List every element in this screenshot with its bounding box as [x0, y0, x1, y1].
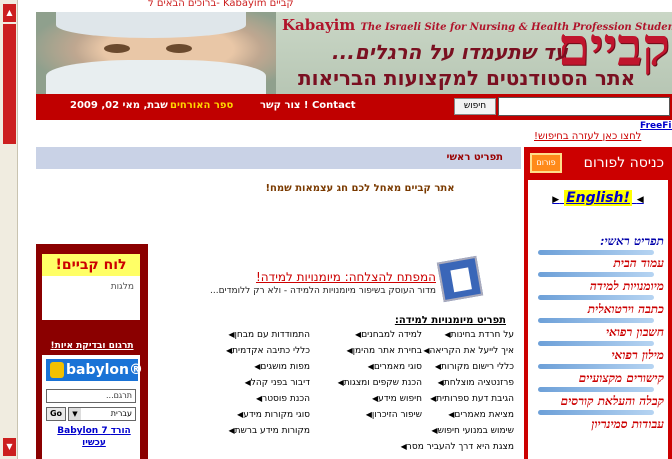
skill-link[interactable]: מקורות מידע ברשת◀ [200, 426, 310, 436]
top-strip-text: ברוכים הבאים ל- Kabayim קביים [148, 0, 294, 9]
english-link[interactable]: ▶ English! ◀ [528, 190, 668, 206]
main-menu-title: תפריט ראשי [446, 152, 503, 163]
guide-title-link[interactable]: המפתח להצלחה: מיומנויות למידה! [210, 270, 436, 284]
sidebar-item-seminar[interactable]: עבודות סמינריון [534, 417, 664, 432]
search-input[interactable] [498, 97, 670, 116]
scroll-thumb[interactable] [3, 24, 16, 144]
forum-icon[interactable]: פורום [530, 153, 562, 173]
translate-input[interactable]: תרגם... [46, 389, 136, 403]
chevron-down-icon[interactable]: ▼ [69, 408, 81, 420]
nurse-eyes [96, 44, 206, 54]
sidebar-divider [538, 387, 654, 392]
skill-link[interactable]: חיפוש מידע◀ [312, 394, 422, 404]
board-title: לוח קביים! [42, 254, 140, 276]
nurse-cap [56, 12, 246, 38]
skill-link[interactable]: מצגת היא דרך להעביר מסר◀ [326, 442, 514, 452]
sidebar-divider [538, 250, 654, 255]
guide-description: מדור העוסק בשיפור מיומנויות הלמידה - ולא… [210, 286, 436, 296]
nav-bar: שבת, מאי 02, 2009 ספר האורחים צור קשר ! … [36, 94, 672, 120]
nurse-mask [46, 60, 266, 94]
contact-link[interactable]: צור קשר ! Contact [260, 100, 356, 111]
sidebar-main-label: תפריט ראשי: [600, 234, 664, 248]
scroll-down-arrow-icon[interactable]: ▼ [3, 438, 16, 456]
sidebar-divider [538, 341, 654, 346]
babylon-widget: babylon® תרגם... Go ▼ עברית Babylon 7 הור… [42, 355, 143, 459]
kabayim-board: לוח קביים! מלגות [42, 254, 140, 320]
skill-link[interactable]: סוגי מקורות מידע◀ [200, 410, 310, 420]
babylon-icon [50, 362, 64, 378]
scroll-up-arrow-icon[interactable]: ▲ [3, 4, 16, 22]
skill-link[interactable]: התמודדות עם מבחן◀ [200, 330, 310, 340]
sidebar-item-medical-math[interactable]: חשבון רפואי [534, 325, 664, 340]
sidebar-item-courses[interactable]: קבלה והעלאת קורסים [534, 394, 664, 409]
translate-title[interactable]: תרגום ובדיקת איות! [42, 341, 142, 351]
skill-link[interactable]: בחירת אתר מהימן◀ [312, 346, 422, 356]
skill-link[interactable]: דיבור בפני קהל◀ [200, 378, 310, 388]
sidebar-divider [538, 364, 654, 369]
guide-key-icon[interactable] [436, 255, 484, 303]
sidebar-item-links[interactable]: קישורים מקצועיים [534, 371, 664, 386]
left-column: לוח קביים! מלגות תרגום ובדיקת איות! baby… [36, 244, 148, 459]
site-banner: Kabayim The Israeli Site for Nursing & H… [36, 12, 672, 94]
go-button[interactable]: Go [46, 407, 66, 421]
sidebar-item-dictionary[interactable]: מילון רפואי [534, 348, 664, 363]
sidebar-item-learning-skills[interactable]: מיומנויות למידה [534, 279, 664, 294]
skill-link[interactable]: סוגי מאמרים◀ [312, 362, 422, 372]
right-sidebar: פורום כניסה לפורום ▶ English! ◀ תפריט רא… [524, 147, 672, 459]
scholarships-link[interactable]: מלגות [111, 282, 134, 292]
forum-entry-label[interactable]: כניסה לפורום [584, 155, 664, 171]
banner-slogan: עד שתעמדו על הרגלים... [332, 40, 568, 64]
skill-link[interactable]: כללי כתיבה אקדמית◀ [200, 346, 310, 356]
freefind-link[interactable]: FreeFind [640, 121, 672, 131]
babylon-logo[interactable]: babylon® [46, 359, 143, 381]
language-select[interactable]: ▼ עברית [68, 407, 136, 421]
sidebar-divider [538, 295, 654, 300]
sidebar-divider [538, 272, 654, 277]
sidebar-divider [538, 410, 654, 415]
skill-link[interactable]: שימוש במנועי חיפוש◀ [326, 426, 514, 436]
skill-link[interactable]: הכנת פוסטר◀ [200, 394, 310, 404]
sidebar-menu: ▶ English! ◀ תפריט ראשי: עמוד הבית מיומנ… [528, 180, 668, 459]
top-strip: ברוכים הבאים ל- Kabayim קביים [18, 0, 672, 12]
skill-link[interactable]: למידה למבחנים◀ [312, 330, 422, 340]
arrow-left-icon: ◀ [636, 195, 644, 205]
sidebar-item-virtual[interactable]: כתבה וירטואלית [534, 302, 664, 317]
current-date: שבת, מאי 02, 2009 [70, 100, 168, 111]
babylon-download-link[interactable]: Babylon 7 הורד עכשיו [52, 425, 136, 449]
search-help-link[interactable]: לחצו כאן לעזרה בחיפוש! [534, 131, 641, 142]
skills-menu-title[interactable]: תפריט מיומנויות למידה: [318, 315, 506, 326]
sidebar-item-home[interactable]: עמוד הבית [534, 256, 664, 271]
skill-link[interactable]: הכנת שקפים ומצגות◀ [312, 378, 422, 388]
guestbook-link[interactable]: ספר האורחים [170, 100, 233, 111]
holiday-greeting: אתר קביים מאחל לכם חג עצמאות שמח! [265, 183, 455, 194]
skill-link[interactable]: שיפור הזיכרון◀ [312, 410, 422, 420]
skill-link[interactable]: מפות מושגים◀ [200, 362, 310, 372]
main-menu-header: תפריט ראשי [36, 147, 521, 169]
forum-entry-link[interactable]: פורום כניסה לפורום [524, 153, 672, 175]
search-button[interactable]: חיפוש [454, 98, 496, 115]
nurse-photo [36, 12, 276, 94]
banner-subtitle: אתר הסטודנטים למקצועות הבריאות [298, 66, 636, 90]
sidebar-divider [538, 318, 654, 323]
arrow-right-icon: ▶ [552, 195, 560, 205]
